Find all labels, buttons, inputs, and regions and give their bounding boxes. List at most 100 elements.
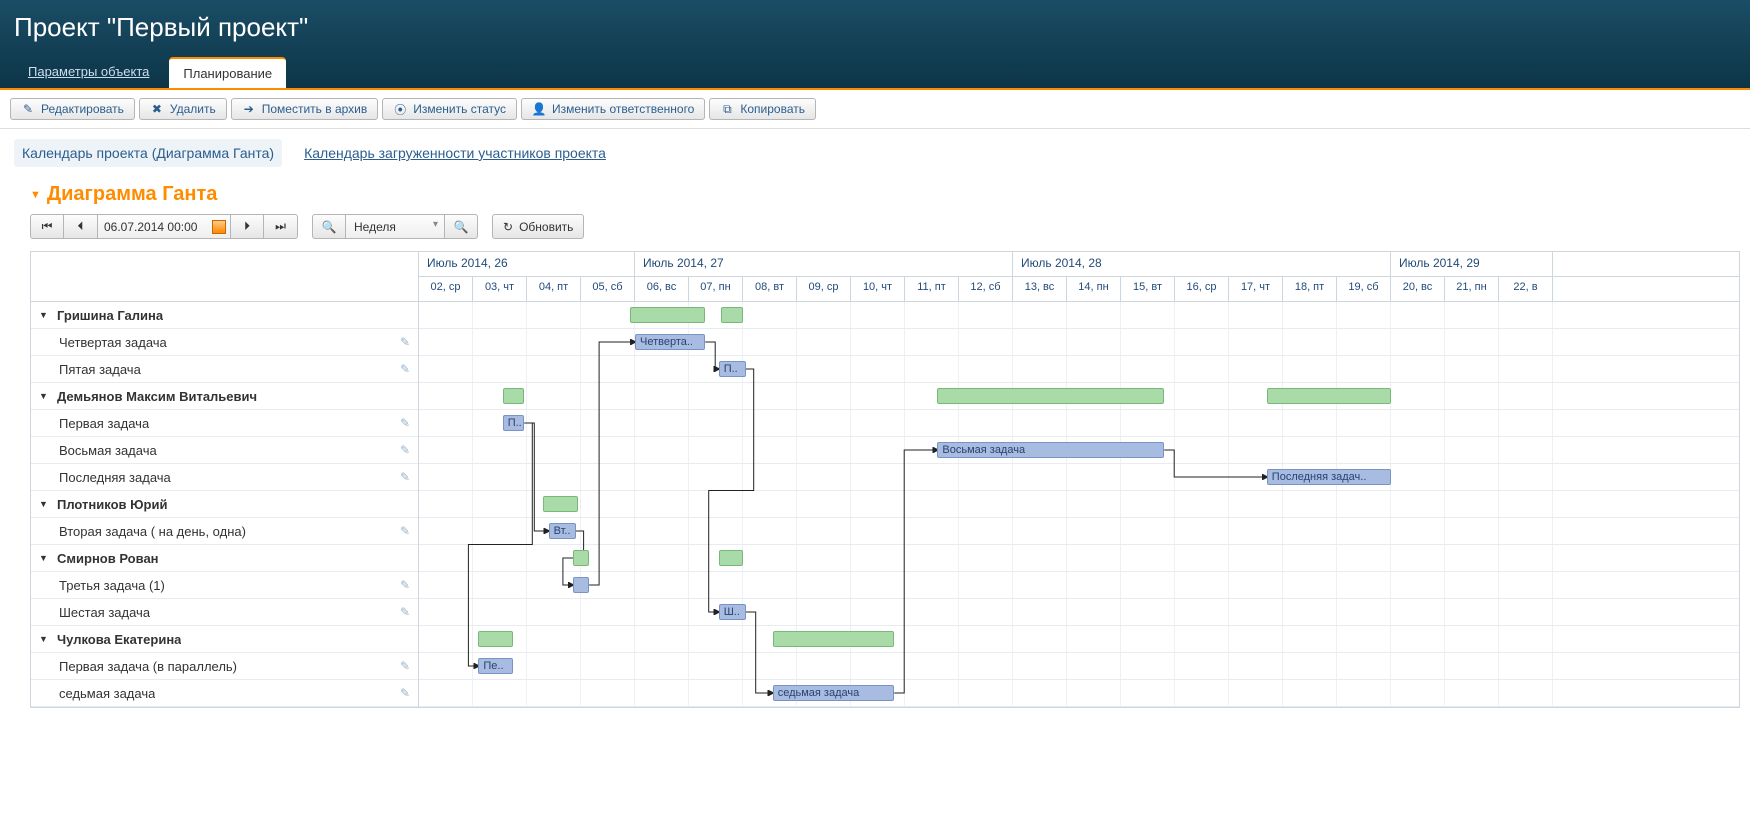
prev-button[interactable]: ⏴ (64, 214, 98, 239)
day-header: 07, пн (689, 277, 743, 301)
grid-row (419, 545, 1739, 572)
group-row[interactable]: ▼ Плотников Юрий (31, 491, 418, 518)
day-header: 14, пн (1067, 277, 1121, 301)
grid-row (419, 572, 1739, 599)
first-button[interactable]: ⏮ (30, 214, 64, 239)
responsible-button[interactable]: 👤Изменить ответственного (521, 98, 705, 120)
delete-label: Удалить (170, 102, 216, 116)
subtab-workload[interactable]: Календарь загруженности участников проек… (296, 139, 614, 167)
task-bar[interactable]: Четверта.. (635, 334, 705, 350)
day-header: 08, вт (743, 277, 797, 301)
task-bar[interactable]: П.. (719, 361, 746, 377)
grid-row (419, 356, 1739, 383)
task-bar[interactable]: Ш.. (719, 604, 746, 620)
task-row[interactable]: Пятая задача ✎ (31, 356, 418, 383)
pencil-icon[interactable]: ✎ (400, 470, 410, 484)
group-row[interactable]: ▼Чулкова Екатерина (31, 626, 418, 653)
task-row[interactable]: Четвертая задача✎ (31, 329, 418, 356)
task-row[interactable]: Первая задача ✎ (31, 410, 418, 437)
summary-bar[interactable] (503, 388, 525, 404)
row-label: Пятая задача (59, 362, 141, 377)
day-header: 06, вс (635, 277, 689, 301)
task-bar[interactable]: Последняя задач.. (1267, 469, 1391, 485)
week-header: Июль 2014, 29 (1391, 252, 1553, 276)
task-row[interactable]: Шестая задача✎ (31, 599, 418, 626)
summary-bar[interactable] (630, 307, 706, 323)
pencil-icon[interactable]: ✎ (400, 524, 410, 538)
row-label: Гришина Галина (57, 308, 163, 323)
nav-group: ⏮ ⏴ 06.07.2014 00:00 ⏵ ⏭ (30, 214, 298, 239)
summary-bar[interactable] (719, 550, 743, 566)
zoom-in-button[interactable]: 🔍 (444, 214, 478, 239)
row-label: Смирнов Рован (57, 551, 159, 566)
task-bar[interactable]: седьмая задача (773, 685, 895, 701)
task-row[interactable]: Третья задача (1)✎ (31, 572, 418, 599)
group-row[interactable]: ▼Демьянов Максим Витальевич (31, 383, 418, 410)
task-bar[interactable] (573, 577, 589, 593)
archive-button[interactable]: ➔Поместить в архив (231, 98, 379, 120)
pencil-icon[interactable]: ✎ (400, 443, 410, 457)
task-row[interactable]: Вторая задача ( на день, одна)✎ (31, 518, 418, 545)
group-row[interactable]: ▼ Смирнов Рован (31, 545, 418, 572)
pencil-icon[interactable]: ✎ (400, 605, 410, 619)
pencil-icon[interactable]: ✎ (400, 362, 410, 376)
zoom-out-button[interactable]: 🔍 (312, 214, 346, 239)
summary-bar[interactable] (478, 631, 513, 647)
day-header: 22, в (1499, 277, 1553, 301)
tab-params[interactable]: Параметры объекта (14, 57, 163, 88)
grid-row (419, 626, 1739, 653)
header: Проект "Первый проект" Параметры объекта… (0, 0, 1750, 88)
task-bar[interactable]: Восьмая задача (937, 442, 1164, 458)
task-row[interactable]: Первая задача (в параллель)✎ (31, 653, 418, 680)
day-header: 11, пт (905, 277, 959, 301)
panel-title-row: ▼ Диаграмма Ганта (30, 177, 1740, 212)
week-header: Июль 2014, 28 (1013, 252, 1391, 276)
last-button[interactable]: ⏭ (264, 214, 298, 239)
copy-button[interactable]: ⧉Копировать (709, 98, 816, 120)
tab-planning[interactable]: Планирование (169, 57, 286, 88)
grid-row (419, 680, 1739, 707)
summary-bar[interactable] (937, 388, 1164, 404)
refresh-button[interactable]: ↻Обновить (492, 214, 584, 239)
expander-icon[interactable]: ▼ (39, 553, 51, 563)
pencil-icon[interactable]: ✎ (400, 659, 410, 673)
task-bar[interactable]: Вт.. (549, 523, 576, 539)
summary-bar[interactable] (1267, 388, 1391, 404)
row-label: Плотников Юрий (57, 497, 167, 512)
group-row[interactable]: ▼ Гришина Галина (31, 302, 418, 329)
edit-button[interactable]: ✎Редактировать (10, 98, 135, 120)
expander-icon[interactable]: ▼ (39, 634, 51, 644)
grid-row (419, 464, 1739, 491)
row-label: Первая задача (59, 416, 149, 431)
summary-bar[interactable] (773, 631, 895, 647)
date-input[interactable]: 06.07.2014 00:00 (98, 214, 230, 239)
delete-button[interactable]: ✖Удалить (139, 98, 227, 120)
task-row[interactable]: Последняя задача✎ (31, 464, 418, 491)
days-header: 02, ср03, чт04, пт05, сб06, вс07, пн08, … (419, 277, 1739, 302)
scale-select[interactable]: Неделя (346, 214, 444, 239)
summary-bar[interactable] (543, 496, 578, 512)
expander-icon[interactable]: ▼ (39, 391, 51, 401)
pencil-icon[interactable]: ✎ (400, 335, 410, 349)
status-icon: ⦿ (393, 102, 407, 116)
pencil-icon[interactable]: ✎ (400, 578, 410, 592)
next-button[interactable]: ⏵ (230, 214, 264, 239)
task-bar[interactable]: П.. (503, 415, 525, 431)
expander-icon[interactable]: ▼ (39, 499, 51, 509)
row-label: седьмая задача (59, 686, 155, 701)
subtab-gantt[interactable]: Календарь проекта (Диаграмма Ганта) (14, 139, 282, 167)
summary-bar[interactable] (573, 550, 589, 566)
week-header: Июль 2014, 26 (419, 252, 635, 276)
task-row[interactable]: седьмая задача ✎ (31, 680, 418, 707)
task-bar[interactable]: Пе.. (478, 658, 513, 674)
pencil-icon[interactable]: ✎ (400, 686, 410, 700)
status-button[interactable]: ⦿Изменить статус (382, 98, 517, 120)
day-header: 12, сб (959, 277, 1013, 301)
day-header: 10, чт (851, 277, 905, 301)
pencil-icon[interactable]: ✎ (400, 416, 410, 430)
refresh-label: Обновить (519, 220, 573, 234)
summary-bar[interactable] (721, 307, 743, 323)
task-row[interactable]: Восьмая задача✎ (31, 437, 418, 464)
collapse-icon[interactable]: ▼ (30, 189, 41, 201)
expander-icon[interactable]: ▼ (39, 310, 51, 320)
